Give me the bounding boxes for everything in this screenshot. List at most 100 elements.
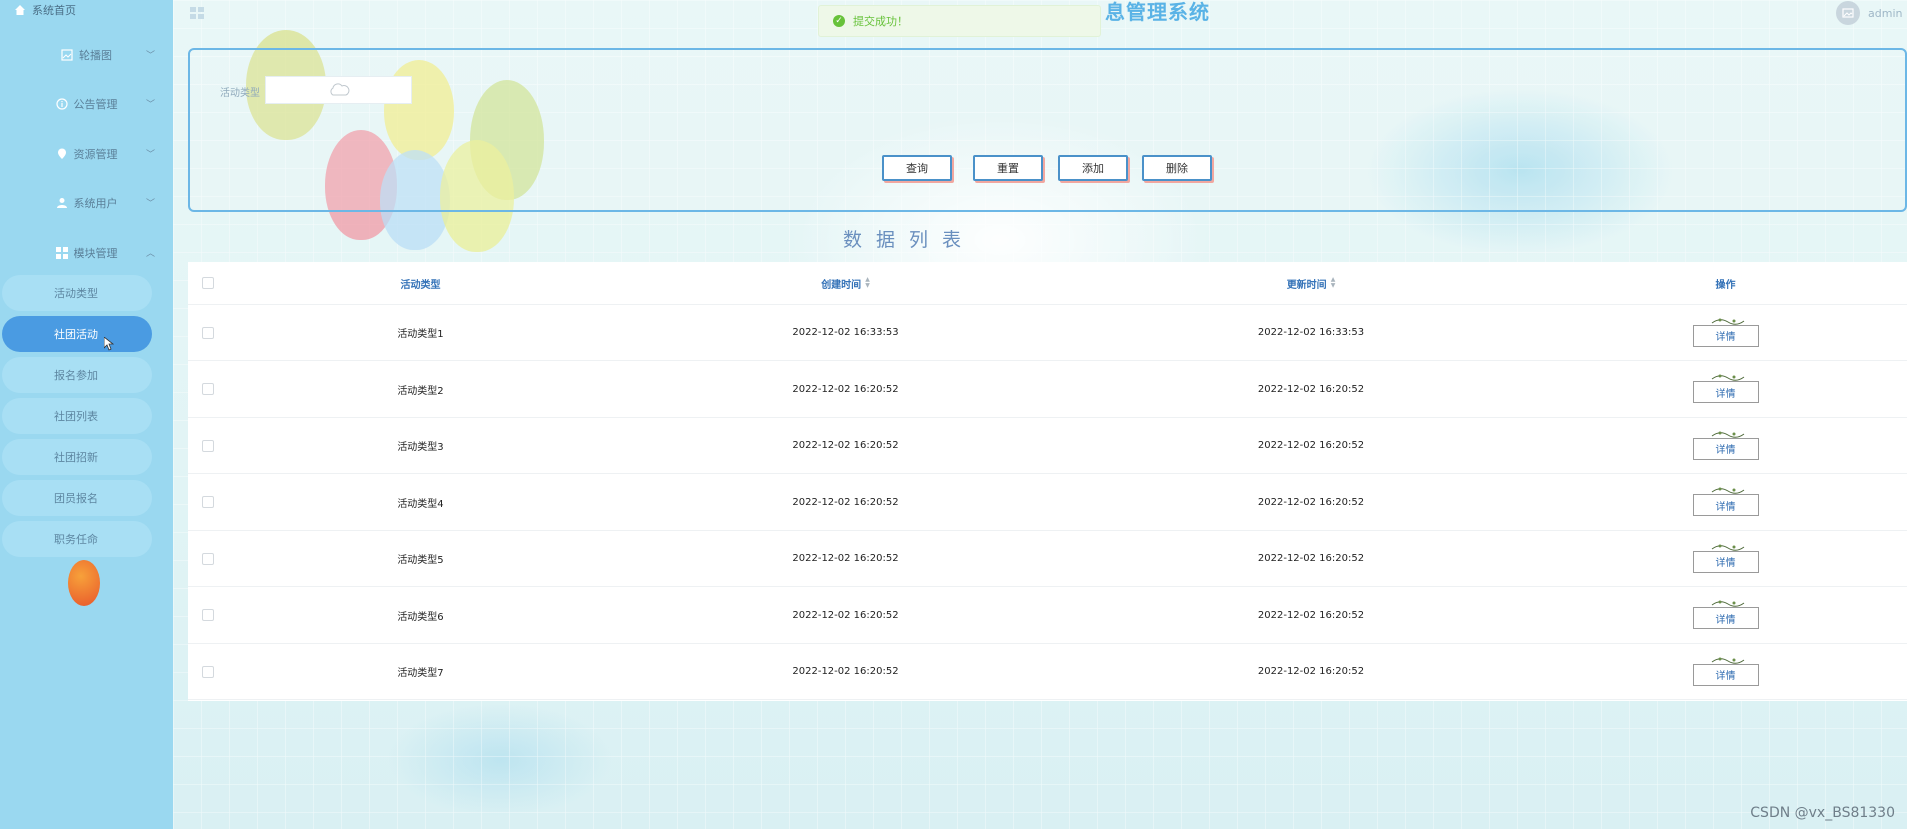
cell-activity-type: 活动类型6 — [397, 611, 444, 623]
vine-decoration-icon — [1711, 600, 1744, 607]
detail-button-label: 详情 — [1715, 445, 1736, 456]
detail-button[interactable]: 详情 — [1692, 544, 1759, 573]
table-row: 活动类型5 2022-12-02 16:20:52 2022-12-02 16:20… — [188, 531, 1907, 587]
detail-button[interactable]: 详情 — [1692, 487, 1759, 516]
sidebar-item-club-recruit[interactable]: 社团招新 — [2, 439, 152, 475]
menu-toggle-icon[interactable] — [190, 4, 204, 19]
row-select-cell — [188, 362, 228, 417]
row-checkbox[interactable] — [202, 609, 214, 621]
sidebar-group-users[interactable]: 系统用户 ﹀ — [0, 188, 173, 218]
sort-icon[interactable]: ▲ ▼ — [1331, 277, 1336, 289]
balloon-decoration — [68, 560, 100, 606]
sidebar-group-label: 资源管理 — [73, 148, 118, 161]
sidebar-group-notice[interactable]: 公告管理 ﹀ — [0, 89, 173, 119]
delete-button[interactable]: 删除 — [1142, 155, 1212, 181]
cell-created: 2022-12-02 16:20:52 — [792, 496, 899, 508]
system-title: 息管理系统 — [1105, 0, 1210, 24]
vine-decoration-icon — [1711, 318, 1744, 325]
cell-updated: 2022-12-02 16:20:52 — [1257, 440, 1365, 451]
detail-button-label: 详情 — [1715, 558, 1736, 569]
sidebar-home-label: 系统首页 — [32, 4, 76, 17]
cell-actions: 详情 — [1544, 588, 1907, 643]
col-created[interactable]: 创建时间 ▲ ▼ — [613, 262, 1078, 304]
sidebar-item-label: 社团活动 — [54, 328, 98, 341]
avatar[interactable] — [1836, 1, 1860, 25]
row-checkbox[interactable] — [202, 439, 214, 452]
cell-updated: 2022-12-02 16:20:52 — [1257, 666, 1365, 677]
sort-icon[interactable]: ▲ ▼ — [865, 277, 870, 289]
row-select-cell — [188, 644, 228, 699]
info-circle-icon — [55, 98, 68, 110]
sidebar-item-activity-type[interactable]: 活动类型 — [2, 275, 152, 311]
cell-actions: 详情 — [1544, 305, 1907, 360]
activity-type-field[interactable] — [266, 77, 411, 103]
sidebar-item-member-signup[interactable]: 团员报名 — [2, 480, 152, 516]
select-all-cell — [188, 262, 228, 304]
row-checkbox[interactable] — [202, 326, 214, 339]
sidebar-group-label: 公告管理 — [73, 98, 118, 111]
username[interactable]: admin — [1868, 7, 1902, 20]
col-updated[interactable]: 更新时间 ▲ ▼ — [1078, 262, 1544, 304]
cell-updated: 2022-12-02 16:20:52 — [1257, 553, 1365, 564]
data-table: 活动类型 创建时间 ▲ ▼ 更新时间 ▲ ▼ 操作 活动类型1 2022-12-02 16… — [188, 262, 1907, 701]
chevron-down-icon: ﹀ — [145, 51, 155, 61]
row-checkbox[interactable] — [202, 552, 214, 565]
detail-button-label: 详情 — [1715, 501, 1736, 513]
select-all-checkbox[interactable] — [202, 277, 214, 289]
detail-button[interactable]: 详情 — [1692, 600, 1759, 629]
user-icon — [56, 198, 67, 208]
table-header: 活动类型 创建时间 ▲ ▼ 更新时间 ▲ ▼ 操作 — [188, 262, 1907, 305]
toast-message: 提交成功！ — [853, 15, 908, 28]
query-button[interactable]: 查询 — [882, 155, 952, 181]
vine-decoration-icon — [1711, 657, 1744, 664]
row-checkbox[interactable] — [202, 496, 214, 508]
row-checkbox[interactable] — [202, 665, 214, 678]
chevron-down-icon: ﹀ — [145, 199, 155, 209]
cell-created: 2022-12-02 16:20:52 — [792, 383, 899, 395]
row-select-cell — [188, 418, 228, 473]
sidebar-group-resources[interactable]: 资源管理 ﹀ — [0, 139, 173, 169]
vine-decoration-icon — [1711, 487, 1744, 494]
grid-icon — [55, 247, 68, 259]
cell-created: 2022-12-02 16:20:52 — [792, 440, 899, 451]
sidebar-home[interactable]: 系统首页 — [14, 2, 76, 18]
sidebar-group-label: 轮播图 — [79, 49, 112, 62]
detail-button[interactable]: 详情 — [1692, 318, 1759, 347]
row-checkbox[interactable] — [202, 383, 214, 395]
user-menu[interactable]: admin — [1836, 1, 1902, 25]
table-row: 活动类型7 2022-12-02 16:20:52 2022-12-02 16:20… — [188, 644, 1907, 700]
cell-created: 2022-12-02 16:33:53 — [792, 327, 899, 338]
sidebar-item-signup[interactable]: 报名参加 — [2, 357, 152, 393]
sidebar-group-modules[interactable]: 模块管理 ︿ — [0, 238, 173, 268]
table-row: 活动类型1 2022-12-02 16:33:53 2022-12-02 16:33… — [188, 305, 1907, 361]
reset-button[interactable]: 重置 — [973, 155, 1043, 181]
cell-activity-type: 活动类型7 — [397, 668, 444, 679]
detail-button[interactable]: 详情 — [1692, 374, 1759, 403]
sidebar-item-club-activity[interactable]: 社团活动 — [2, 316, 152, 352]
cell-activity-type: 活动类型4 — [397, 498, 444, 510]
sidebar-group-carousel[interactable]: 轮播图 ﹀ — [0, 40, 173, 70]
activity-type-label: 活动类型 — [220, 88, 260, 99]
cell-updated: 2022-12-02 16:20:52 — [1257, 496, 1365, 508]
search-panel — [188, 48, 1907, 212]
detail-button-label: 详情 — [1715, 614, 1736, 626]
cell-actions: 详情 — [1544, 531, 1907, 586]
row-select-cell — [188, 588, 228, 643]
row-select-cell — [188, 475, 228, 530]
activity-type-input[interactable] — [265, 76, 412, 104]
cell-actions: 详情 — [1544, 475, 1907, 530]
location-icon — [57, 148, 66, 159]
watermark: CSDN @vx_BS81330 — [1750, 805, 1895, 821]
list-title: 数据列表 — [843, 229, 976, 251]
detail-button[interactable]: 详情 — [1692, 431, 1759, 460]
add-button[interactable]: 添加 — [1058, 155, 1128, 181]
cell-activity-type: 活动类型2 — [397, 385, 444, 397]
sidebar-item-position-appoint[interactable]: 职务任命 — [2, 521, 152, 557]
cell-actions: 详情 — [1544, 362, 1907, 417]
cell-updated: 2022-12-02 16:33:53 — [1257, 327, 1365, 338]
cell-created: 2022-12-02 16:20:52 — [792, 553, 899, 564]
detail-button[interactable]: 详情 — [1692, 657, 1759, 686]
detail-button-label: 详情 — [1715, 388, 1736, 400]
cell-activity-type: 活动类型3 — [397, 442, 444, 453]
sidebar-item-club-list[interactable]: 社团列表 — [2, 398, 152, 434]
